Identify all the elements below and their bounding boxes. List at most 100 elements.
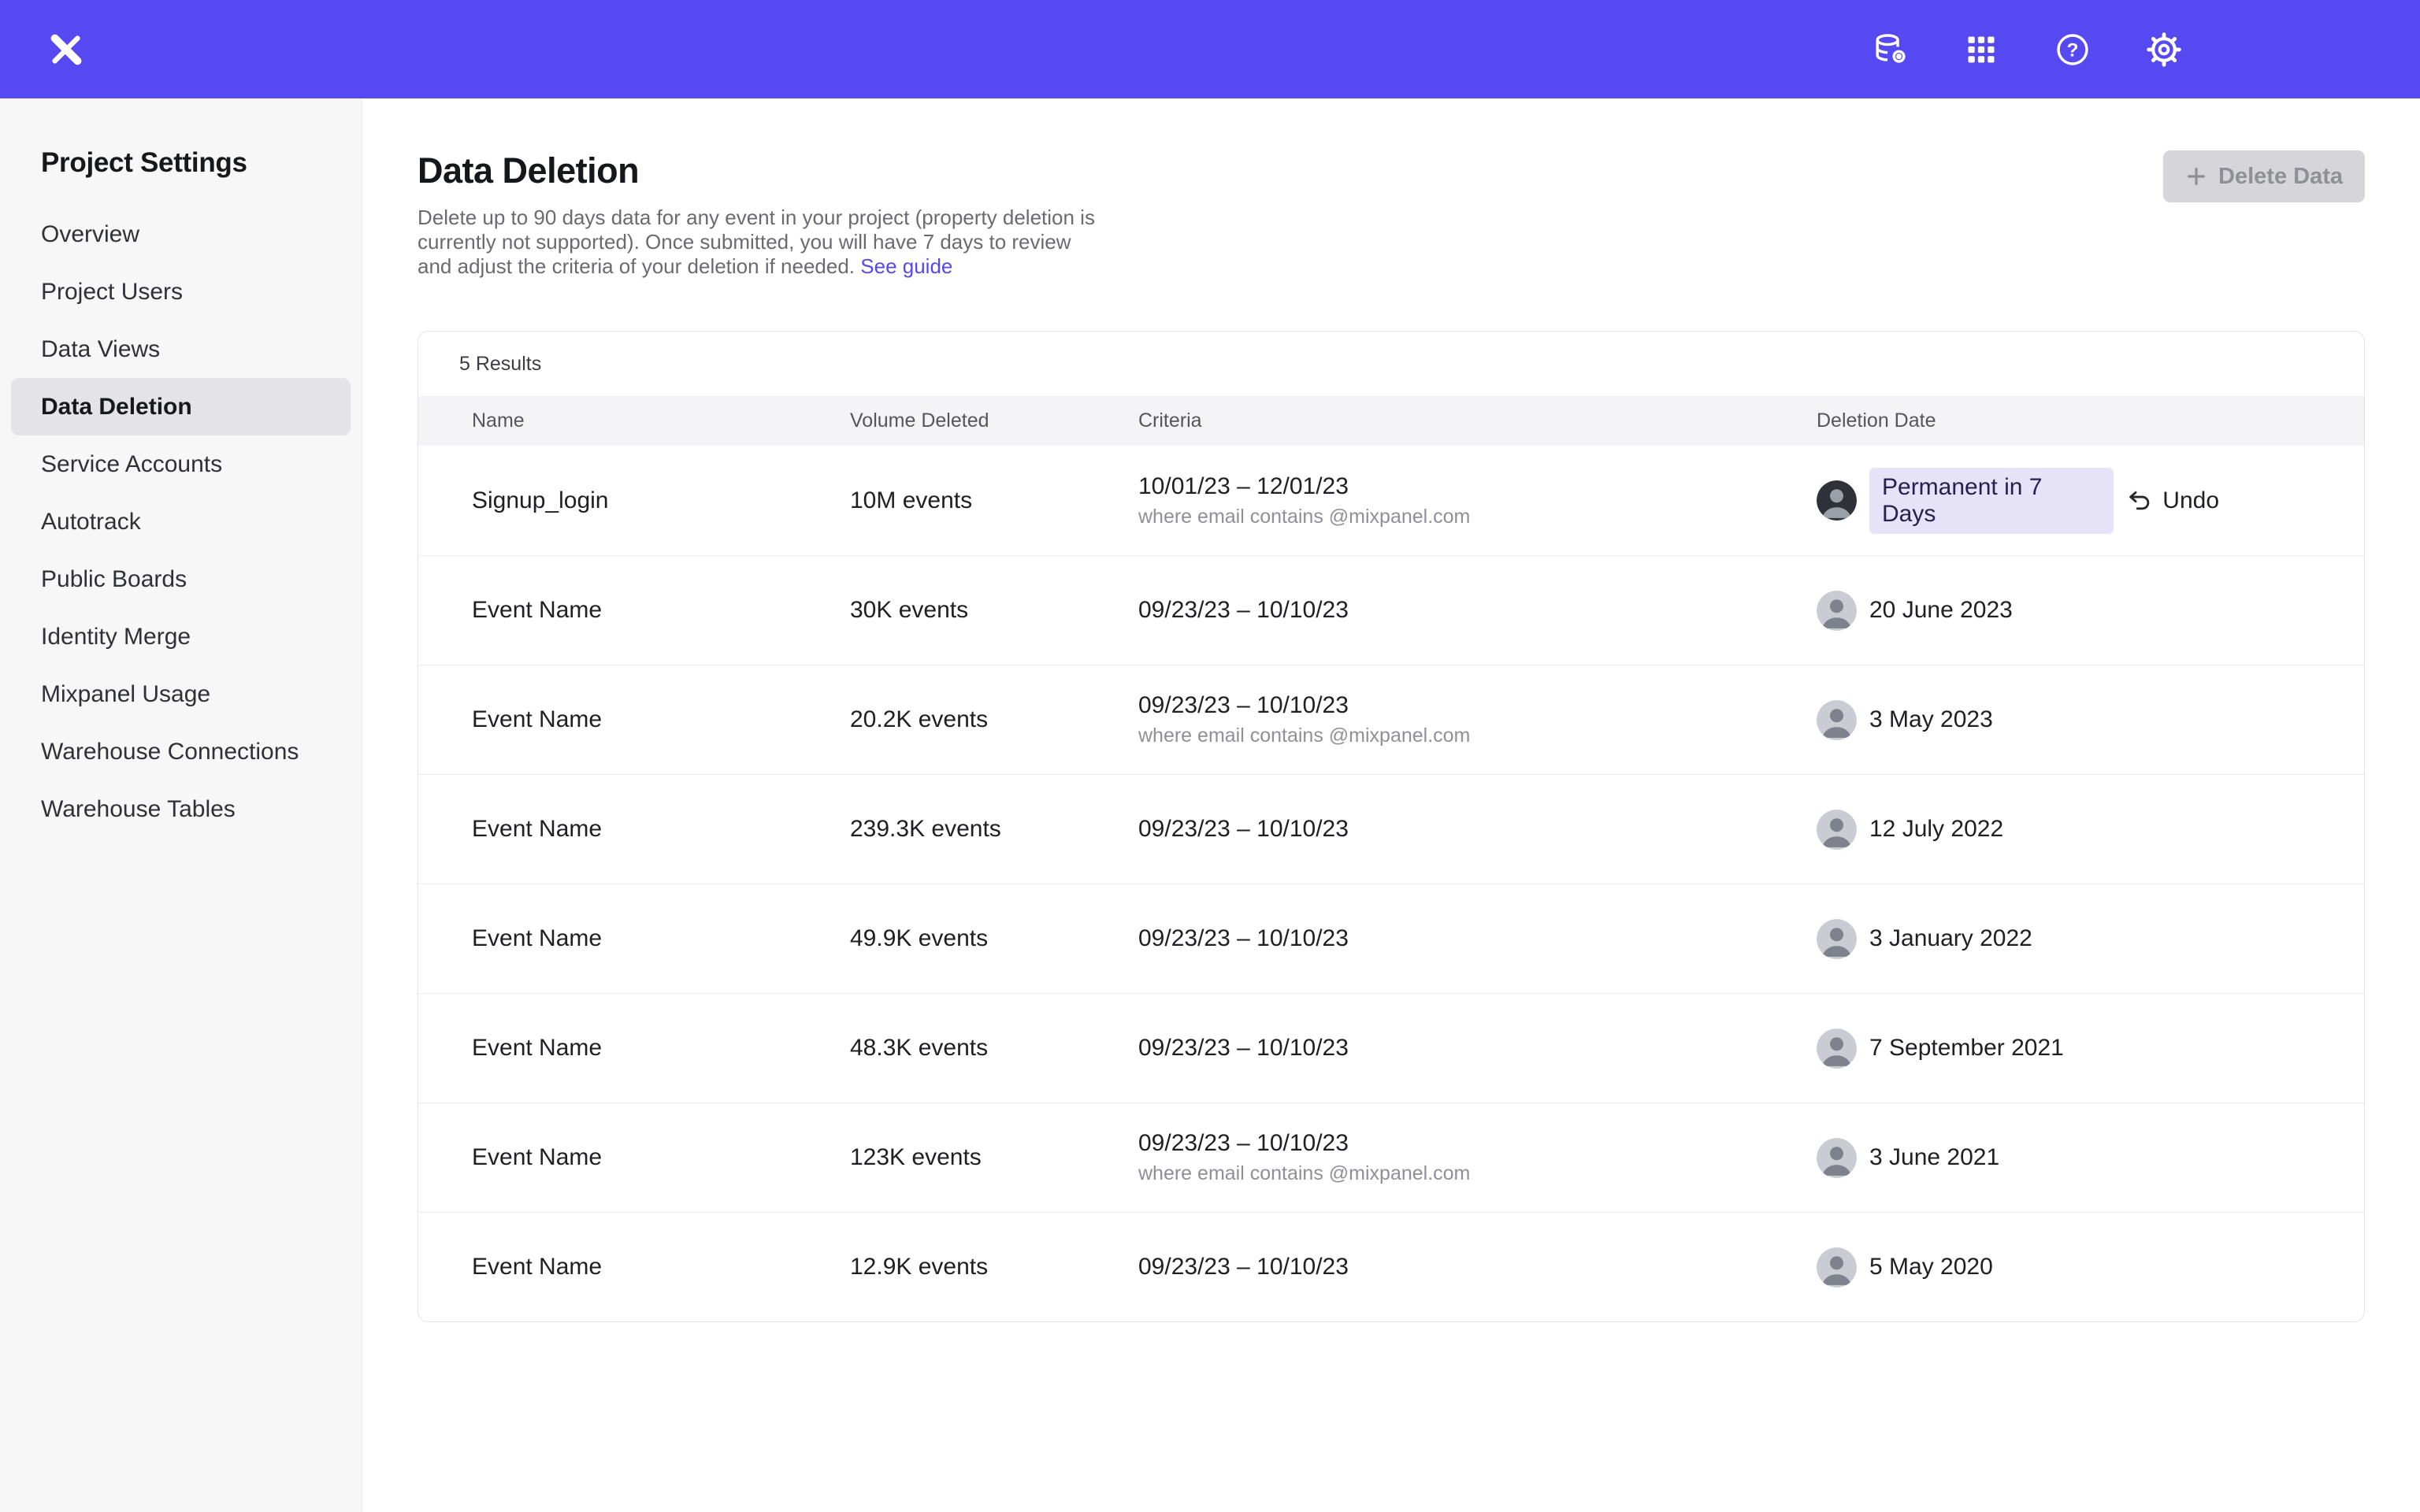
sidebar-item-data-deletion[interactable]: Data Deletion — [11, 378, 351, 435]
row-criteria-cell: 09/23/23 – 10/10/23 — [1138, 816, 1817, 843]
row-criteria-subtext: where email contains @mixpanel.com — [1138, 506, 1817, 528]
sidebar-item-mixpanel-usage[interactable]: Mixpanel Usage — [11, 665, 351, 723]
deletion-date: Permanent in 7 Days — [1869, 468, 2114, 534]
row-event-name: Event Name — [472, 925, 850, 952]
user-avatar — [1817, 1138, 1857, 1178]
row-criteria: 09/23/23 – 10/10/23 — [1138, 1035, 1817, 1062]
row-criteria-cell: 09/23/23 – 10/10/23 — [1138, 1254, 1817, 1280]
main-content: Data Deletion Delete up to 90 days data … — [362, 98, 2420, 1512]
row-deletion-cell: 12 July 2022 — [1817, 810, 2364, 850]
sidebar-item-autotrack[interactable]: Autotrack — [11, 493, 351, 550]
user-avatar — [1817, 1028, 1857, 1069]
row-event-name: Event Name — [472, 1254, 850, 1280]
row-event-name: Signup_login — [472, 487, 850, 514]
sidebar-item-label: Overview — [41, 221, 139, 248]
plus-icon — [2185, 165, 2207, 187]
row-volume-deleted: 12.9K events — [850, 1254, 1138, 1280]
row-criteria-cell: 09/23/23 – 10/10/23 — [1138, 597, 1817, 624]
row-volume-deleted: 20.2K events — [850, 706, 1138, 733]
column-header-criteria: Criteria — [1138, 410, 1817, 432]
row-event-name: Event Name — [472, 816, 850, 843]
table-row: Event Name 12.9K events 09/23/23 – 10/10… — [418, 1212, 2364, 1321]
row-criteria-subtext: where email contains @mixpanel.com — [1138, 724, 1817, 747]
sidebar-item-warehouse-connections[interactable]: Warehouse Connections — [11, 723, 351, 780]
description-text: Delete up to 90 days data for any event … — [418, 206, 1095, 278]
page-description: Delete up to 90 days data for any event … — [418, 206, 1103, 279]
deletion-date: 3 June 2021 — [1869, 1144, 1999, 1171]
row-criteria: 09/23/23 – 10/10/23 — [1138, 1130, 1817, 1157]
deletion-date: 3 May 2023 — [1869, 706, 1993, 733]
sidebar-item-label: Data Views — [41, 336, 160, 363]
apps-grid-icon[interactable] — [1962, 30, 2001, 69]
deletion-date: 12 July 2022 — [1869, 816, 2003, 843]
user-avatar — [1817, 810, 1857, 850]
deletion-date: 5 May 2020 — [1869, 1254, 1993, 1280]
sidebar-item-public-boards[interactable]: Public Boards — [11, 550, 351, 608]
row-event-name: Event Name — [472, 1144, 850, 1171]
sidebar-item-label: Mixpanel Usage — [41, 681, 210, 708]
page-header: Data Deletion Delete up to 90 days data … — [418, 150, 2365, 279]
sidebar-item-label: Project Users — [41, 279, 183, 306]
sidebar-item-overview[interactable]: Overview — [11, 206, 351, 263]
column-header-volume-deleted: Volume Deleted — [850, 410, 1138, 432]
column-header-name: Name — [472, 410, 850, 432]
row-criteria: 09/23/23 – 10/10/23 — [1138, 925, 1817, 952]
row-criteria-cell: 09/23/23 – 10/10/23 — [1138, 925, 1817, 952]
sidebar-item-label: Autotrack — [41, 509, 141, 536]
row-criteria: 09/23/23 – 10/10/23 — [1138, 597, 1817, 624]
row-criteria: 09/23/23 – 10/10/23 — [1138, 1254, 1817, 1280]
sidebar-item-label: Data Deletion — [41, 394, 192, 421]
sidebar-nav: Overview Project Users Data Views Data Dele… — [0, 206, 362, 838]
sidebar-item-service-accounts[interactable]: Service Accounts — [11, 435, 351, 493]
data-management-icon[interactable] — [1870, 30, 1910, 69]
row-deletion-cell: 5 May 2020 — [1817, 1247, 2364, 1288]
row-criteria-cell: 09/23/23 – 10/10/23 where email contains… — [1138, 692, 1817, 747]
sidebar-item-project-users[interactable]: Project Users — [11, 263, 351, 321]
deletion-date: 20 June 2023 — [1869, 597, 2013, 624]
row-criteria: 09/23/23 – 10/10/23 — [1138, 692, 1817, 719]
row-volume-deleted: 48.3K events — [850, 1035, 1138, 1062]
table-body: Signup_login 10M events 10/01/23 – 12/01… — [418, 446, 2364, 1321]
row-deletion-cell: 3 May 2023 — [1817, 700, 2364, 740]
user-avatar — [1817, 480, 1857, 521]
user-avatar — [1817, 591, 1857, 631]
undo-button[interactable]: Undo — [2126, 487, 2219, 514]
row-volume-deleted: 123K events — [850, 1144, 1138, 1171]
table-row: Event Name 20.2K events 09/23/23 – 10/10… — [418, 665, 2364, 774]
topbar-icons: ? — [1870, 30, 2184, 69]
sidebar-item-identity-merge[interactable]: Identity Merge — [11, 608, 351, 665]
sidebar-item-warehouse-tables[interactable]: Warehouse Tables — [11, 780, 351, 838]
row-volume-deleted: 30K events — [850, 597, 1138, 624]
row-volume-deleted: 239.3K events — [850, 816, 1138, 843]
settings-icon[interactable] — [2144, 30, 2184, 69]
table-row: Event Name 48.3K events 09/23/23 – 10/10… — [418, 993, 2364, 1102]
row-criteria: 09/23/23 – 10/10/23 — [1138, 816, 1817, 843]
user-avatar — [1817, 919, 1857, 959]
table-row: Signup_login 10M events 10/01/23 – 12/01… — [418, 446, 2364, 555]
sidebar-item-label: Public Boards — [41, 566, 187, 593]
row-event-name: Event Name — [472, 1035, 850, 1062]
row-deletion-cell: 7 September 2021 — [1817, 1028, 2364, 1069]
table-row: Event Name 49.9K events 09/23/23 – 10/10… — [418, 884, 2364, 993]
sidebar-item-label: Service Accounts — [41, 451, 222, 478]
mixpanel-logo[interactable] — [46, 29, 87, 70]
row-volume-deleted: 49.9K events — [850, 925, 1138, 952]
row-deletion-cell: 3 June 2021 — [1817, 1138, 2364, 1178]
row-event-name: Event Name — [472, 706, 850, 733]
table-header-row: Name Volume Deleted Criteria Deletion Da… — [418, 396, 2364, 446]
user-avatar — [1817, 1247, 1857, 1288]
row-criteria-cell: 09/23/23 – 10/10/23 where email contains… — [1138, 1130, 1817, 1185]
row-event-name: Event Name — [472, 597, 850, 624]
delete-data-label: Delete Data — [2218, 164, 2343, 190]
svg-text:?: ? — [2067, 39, 2079, 61]
sidebar-item-label: Identity Merge — [41, 624, 191, 650]
help-icon[interactable]: ? — [2053, 30, 2092, 69]
row-deletion-cell: 20 June 2023 — [1817, 591, 2364, 631]
delete-data-button[interactable]: Delete Data — [2163, 150, 2365, 202]
sidebar-item-data-views[interactable]: Data Views — [11, 321, 351, 378]
deletion-date: 7 September 2021 — [1869, 1035, 2064, 1062]
see-guide-link[interactable]: See guide — [860, 254, 952, 278]
table-row: Event Name 30K events 09/23/23 – 10/10/2… — [418, 555, 2364, 665]
sidebar: Project Settings OverviewProject UsersDa… — [0, 98, 362, 1512]
page-title: Data Deletion — [418, 150, 1103, 191]
